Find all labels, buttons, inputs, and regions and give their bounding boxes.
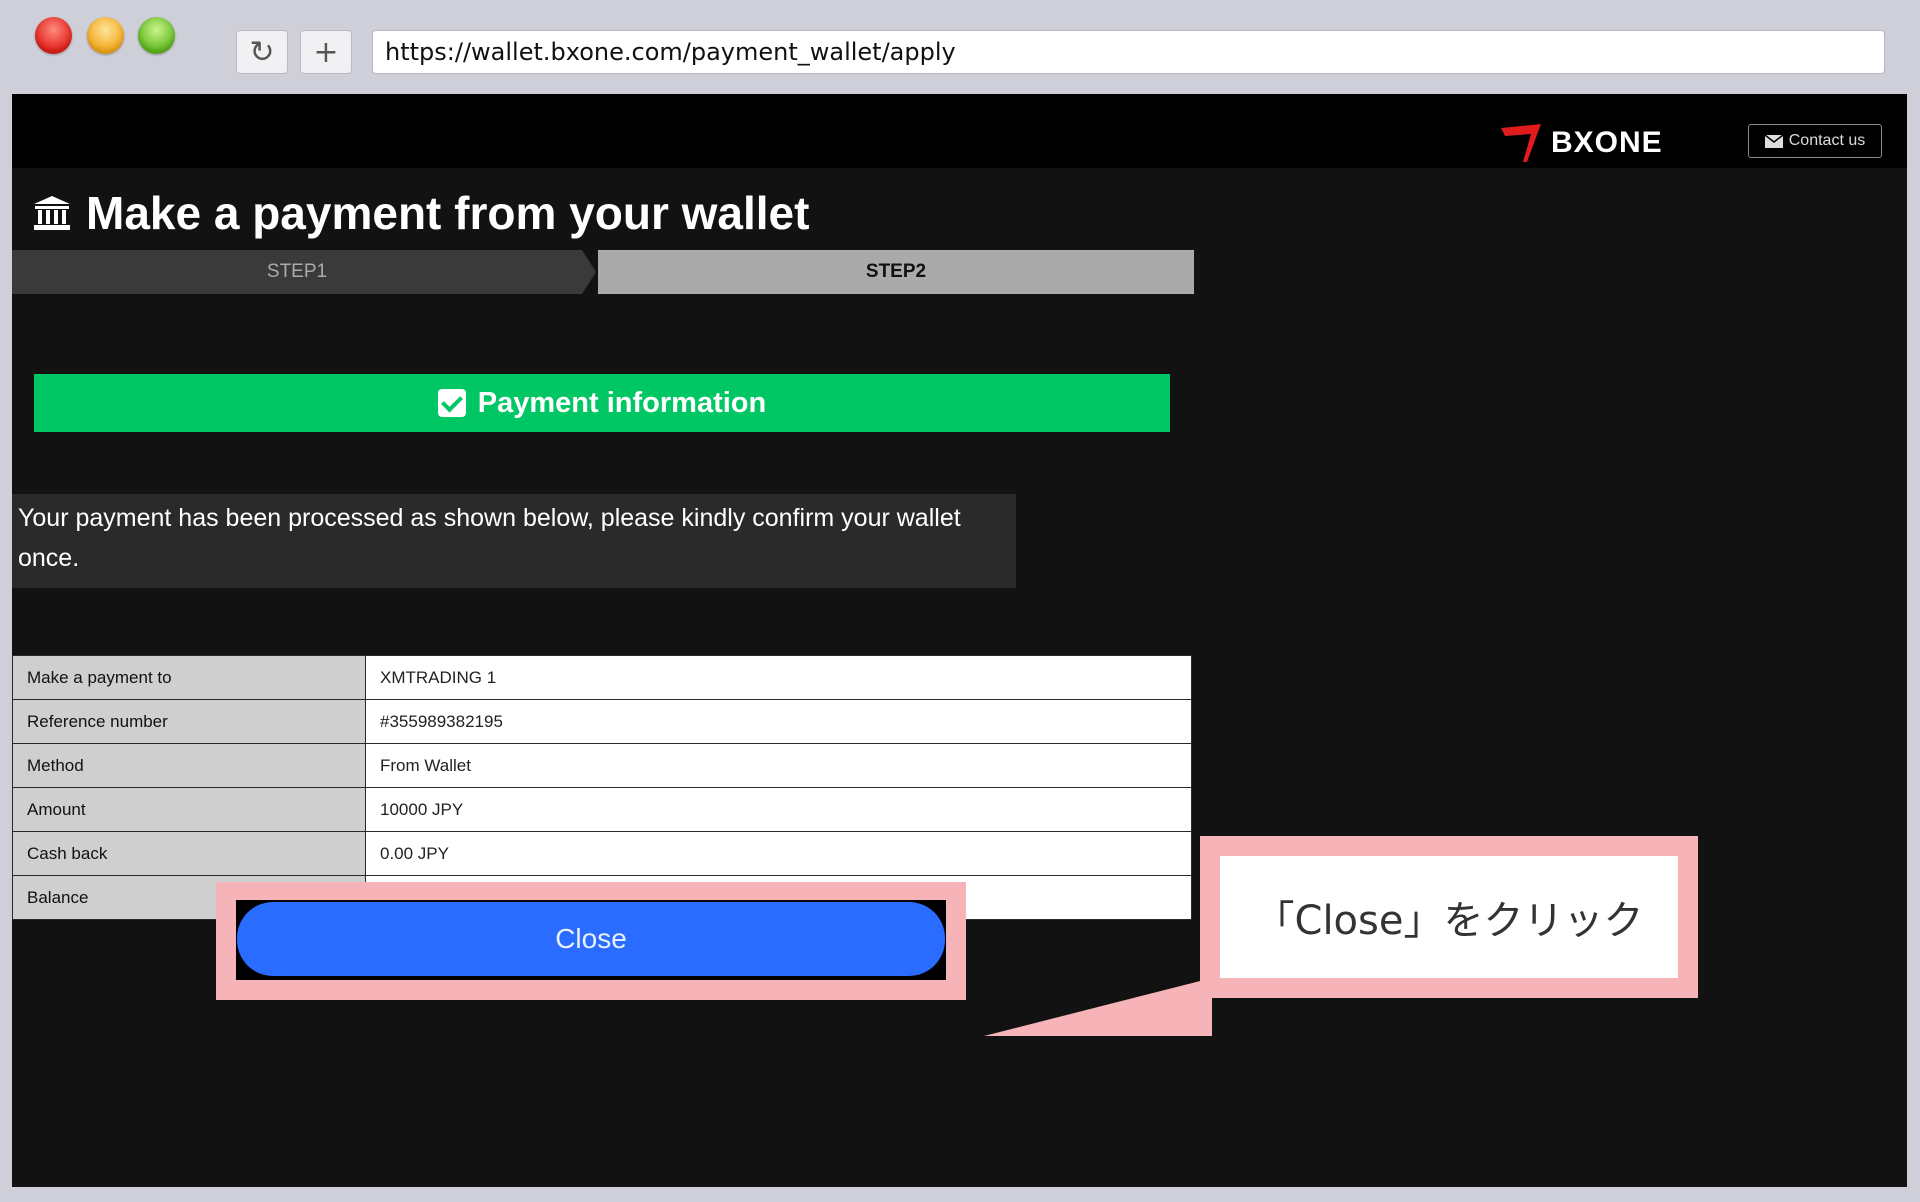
row-key: Method [12, 743, 366, 788]
step-1-label: STEP1 [266, 261, 328, 282]
envelope-icon [1764, 134, 1783, 148]
table-row: Method From Wallet [12, 743, 1192, 788]
close-window-icon[interactable] [35, 17, 72, 54]
callout-instruction: 「Close」をクリック [1220, 856, 1678, 978]
page-title: Make a payment from your wallet [32, 186, 809, 240]
page-title-text: Make a payment from your wallet [86, 187, 810, 239]
browser-chrome: ↻ + https://wallet.bxone.com/payment_wal… [0, 0, 1920, 94]
banner-text: Payment information [477, 386, 767, 419]
row-key: Make a payment to [12, 655, 366, 700]
row-key: Amount [12, 787, 366, 832]
top-navbar: BXONE Contact us [12, 94, 1907, 168]
reload-icon: ↻ [249, 34, 275, 70]
step-2-label: STEP2 [865, 261, 927, 282]
table-row: Reference number #355989382195 [12, 699, 1192, 744]
step-2: STEP2 [598, 250, 1194, 294]
logo-text: BXONE [1551, 126, 1663, 159]
plus-icon: + [313, 34, 339, 70]
contact-us-label: Contact us [1788, 132, 1866, 149]
close-button[interactable]: Close [237, 902, 945, 976]
row-value: 0.00 JPY [365, 831, 1192, 876]
row-value: #355989382195 [365, 699, 1192, 744]
bank-icon [34, 196, 70, 230]
confirmation-notice: Your payment has been processed as shown… [12, 494, 1016, 588]
table-row: Make a payment to XMTRADING 1 [12, 655, 1192, 700]
contact-us-button[interactable]: Contact us [1748, 124, 1882, 158]
bxone-logo-icon [1501, 124, 1541, 162]
row-value: XMTRADING 1 [365, 655, 1192, 700]
new-tab-button[interactable]: + [300, 30, 352, 74]
step-indicator: STEP1 STEP2 [12, 250, 1194, 294]
table-row: Amount 10000 JPY [12, 787, 1192, 832]
checkbox-checked-icon [437, 389, 466, 417]
step-1: STEP1 [12, 250, 596, 294]
payment-information-banner: Payment information [34, 374, 1170, 432]
address-bar[interactable]: https://wallet.bxone.com/payment_wallet/… [372, 30, 1885, 74]
url-text: https://wallet.bxone.com/payment_wallet/… [385, 38, 956, 66]
row-value: 10000 JPY [365, 787, 1192, 832]
row-key: Cash back [12, 831, 366, 876]
page-content: BXONE Contact us Make a payment from you… [12, 94, 1907, 1187]
minimize-window-icon[interactable] [87, 17, 124, 54]
row-key: Reference number [12, 699, 366, 744]
bxone-logo[interactable]: BXONE [1499, 122, 1663, 164]
payment-details-table: Make a payment to XMTRADING 1 Reference … [12, 655, 1192, 920]
row-value: From Wallet [365, 743, 1192, 788]
maximize-window-icon[interactable] [138, 17, 175, 54]
reload-button[interactable]: ↻ [236, 30, 288, 74]
callout-text: 「Close」をクリック [1254, 898, 1644, 944]
table-row: Cash back 0.00 JPY [12, 831, 1192, 876]
